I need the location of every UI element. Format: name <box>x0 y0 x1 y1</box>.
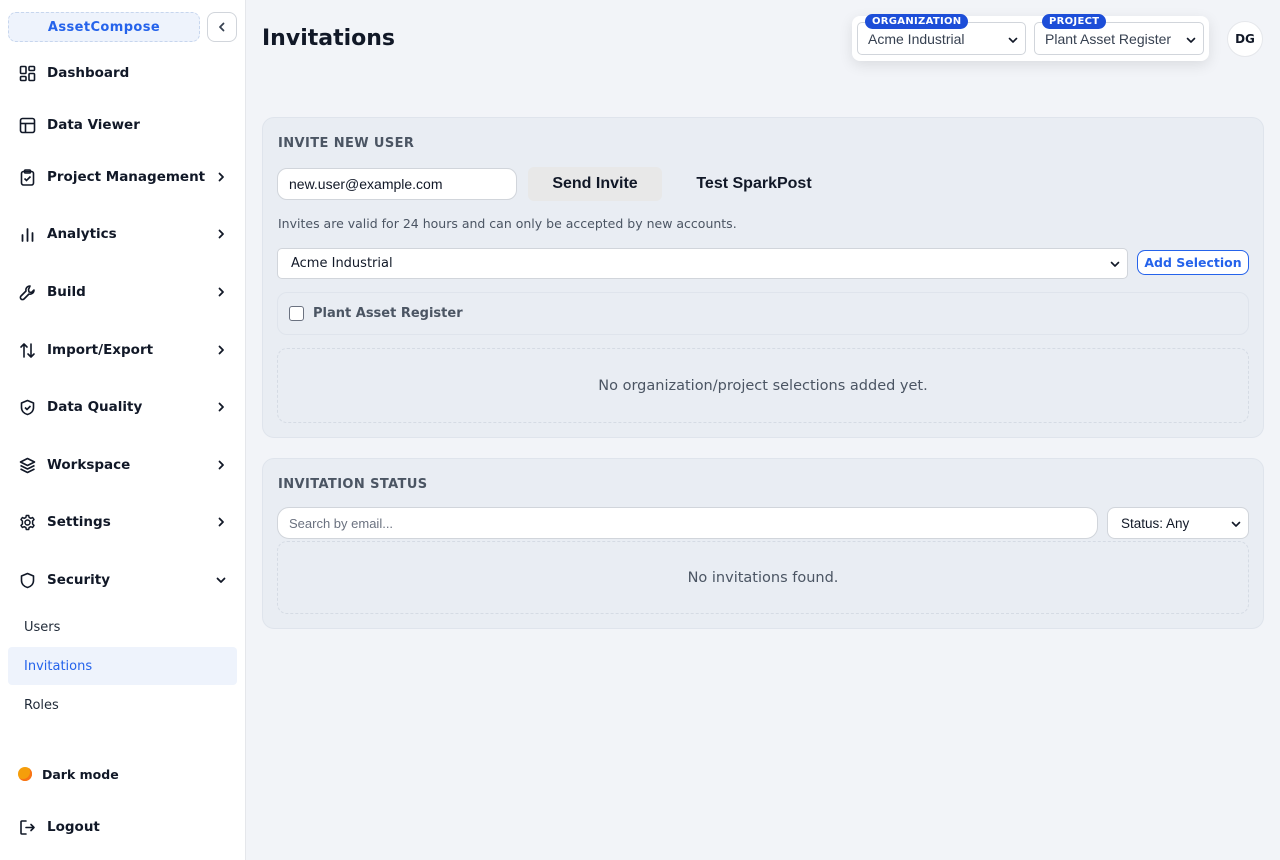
project-checkbox[interactable] <box>289 306 304 321</box>
bar-chart-icon <box>18 225 36 243</box>
sidebar-item-import-export[interactable]: Import/Export <box>8 330 237 370</box>
avatar[interactable]: DG <box>1227 21 1263 57</box>
chevron-right-icon <box>213 457 229 473</box>
gear-icon <box>18 513 36 531</box>
chevron-right-icon <box>213 284 229 300</box>
layers-icon <box>18 456 36 474</box>
sidebar-item-label: Import/Export <box>47 342 154 358</box>
shield-check-icon <box>18 398 36 416</box>
chevron-right-icon <box>213 399 229 415</box>
dark-mode-label: Dark mode <box>42 766 119 782</box>
selections-empty-state: No organization/project selections added… <box>277 348 1249 423</box>
chevron-down-icon <box>1007 33 1019 49</box>
sidebar-item-label: Data Quality <box>47 399 143 415</box>
wrench-icon <box>18 283 36 301</box>
clipboard-icon <box>18 168 36 186</box>
sidebar-item-label: Dashboard <box>47 65 130 81</box>
chevron-right-icon <box>213 169 229 185</box>
invite-card-title: INVITE NEW USER <box>278 136 415 151</box>
chevron-right-icon <box>213 226 229 242</box>
organization-selection-select[interactable]: Acme Industrial <box>277 248 1128 279</box>
sidebar-subitem-roles[interactable]: Roles <box>8 686 237 724</box>
table-icon <box>18 116 36 134</box>
project-tag: PROJECT <box>1042 14 1107 29</box>
chevron-down-icon <box>1185 33 1197 49</box>
sidebar-item-label: Data Viewer <box>47 117 140 133</box>
chevron-down-icon <box>1230 518 1242 533</box>
chevron-right-icon <box>213 514 229 530</box>
shield-icon <box>18 571 36 589</box>
sidebar: AssetCompose Dashboard Data Viewer Proje… <box>0 0 246 860</box>
sidebar-item-label: Security <box>47 572 111 588</box>
logout-label: Logout <box>47 819 100 835</box>
add-selection-button[interactable]: Add Selection <box>1137 250 1249 275</box>
dashboard-icon <box>18 64 36 82</box>
chevron-left-icon <box>219 22 225 32</box>
project-checkbox-row: Plant Asset Register <box>277 292 1249 335</box>
organization-select-value: Acme Industrial <box>868 30 965 47</box>
sidebar-item-project-management[interactable]: Project Management <box>8 157 237 197</box>
sidebar-item-label: Build <box>47 284 86 300</box>
project-checkbox-label[interactable]: Plant Asset Register <box>313 306 463 321</box>
sidebar-item-security[interactable]: Security <box>8 560 237 600</box>
sidebar-subitem-users[interactable]: Users <box>8 608 237 646</box>
search-input[interactable]: Search by email... <box>277 507 1098 539</box>
sidebar-item-label: Settings <box>47 514 111 530</box>
sidebar-item-build[interactable]: Build <box>8 272 237 312</box>
sidebar-item-dashboard[interactable]: Dashboard <box>8 53 237 93</box>
chevron-right-icon <box>213 342 229 358</box>
sidebar-item-label: Project Management <box>47 169 206 185</box>
email-field[interactable]: new.user@example.com <box>277 168 517 200</box>
organization-selection-value: Acme Industrial <box>291 256 393 271</box>
invitation-status-card: INVITATION STATUS Search by email... Sta… <box>262 458 1264 629</box>
test-sparkpost-button[interactable]: Test SparkPost <box>677 167 831 201</box>
arrows-updown-icon <box>18 341 36 359</box>
sidebar-item-data-quality[interactable]: Data Quality <box>8 387 237 427</box>
status-filter-value: Status: Any <box>1121 515 1190 531</box>
status-card-title: INVITATION STATUS <box>278 477 428 492</box>
status-filter-select[interactable]: Status: Any <box>1107 507 1249 539</box>
invite-hint: Invites are valid for 24 hours and can o… <box>278 216 737 231</box>
dark-mode-toggle[interactable]: Dark mode <box>8 754 237 794</box>
chevron-down-icon <box>1109 258 1121 274</box>
logout-icon <box>18 818 36 836</box>
sidebar-item-data-viewer[interactable]: Data Viewer <box>8 105 237 145</box>
sidebar-item-settings[interactable]: Settings <box>8 502 237 542</box>
sidebar-item-label: Analytics <box>47 226 117 242</box>
collapse-sidebar-button[interactable] <box>207 12 237 42</box>
send-invite-button[interactable]: Send Invite <box>528 167 662 201</box>
sidebar-subitem-invitations[interactable]: Invitations <box>8 647 237 685</box>
sun-icon <box>18 767 32 781</box>
chevron-down-icon <box>213 572 229 588</box>
invite-card: INVITE NEW USER new.user@example.com Sen… <box>262 117 1264 438</box>
brand-logo[interactable]: AssetCompose <box>8 12 200 42</box>
project-select-value: Plant Asset Register <box>1045 30 1172 47</box>
sidebar-item-analytics[interactable]: Analytics <box>8 214 237 254</box>
organization-tag: ORGANIZATION <box>865 14 969 29</box>
page-title: Invitations <box>262 26 396 51</box>
sidebar-item-label: Workspace <box>47 457 131 473</box>
invitations-empty-state: No invitations found. <box>277 541 1249 614</box>
context-selector: Acme Industrial ORGANIZATION Plant Asset… <box>852 14 1209 61</box>
logout-button[interactable]: Logout <box>8 807 237 847</box>
sidebar-item-workspace[interactable]: Workspace <box>8 445 237 485</box>
